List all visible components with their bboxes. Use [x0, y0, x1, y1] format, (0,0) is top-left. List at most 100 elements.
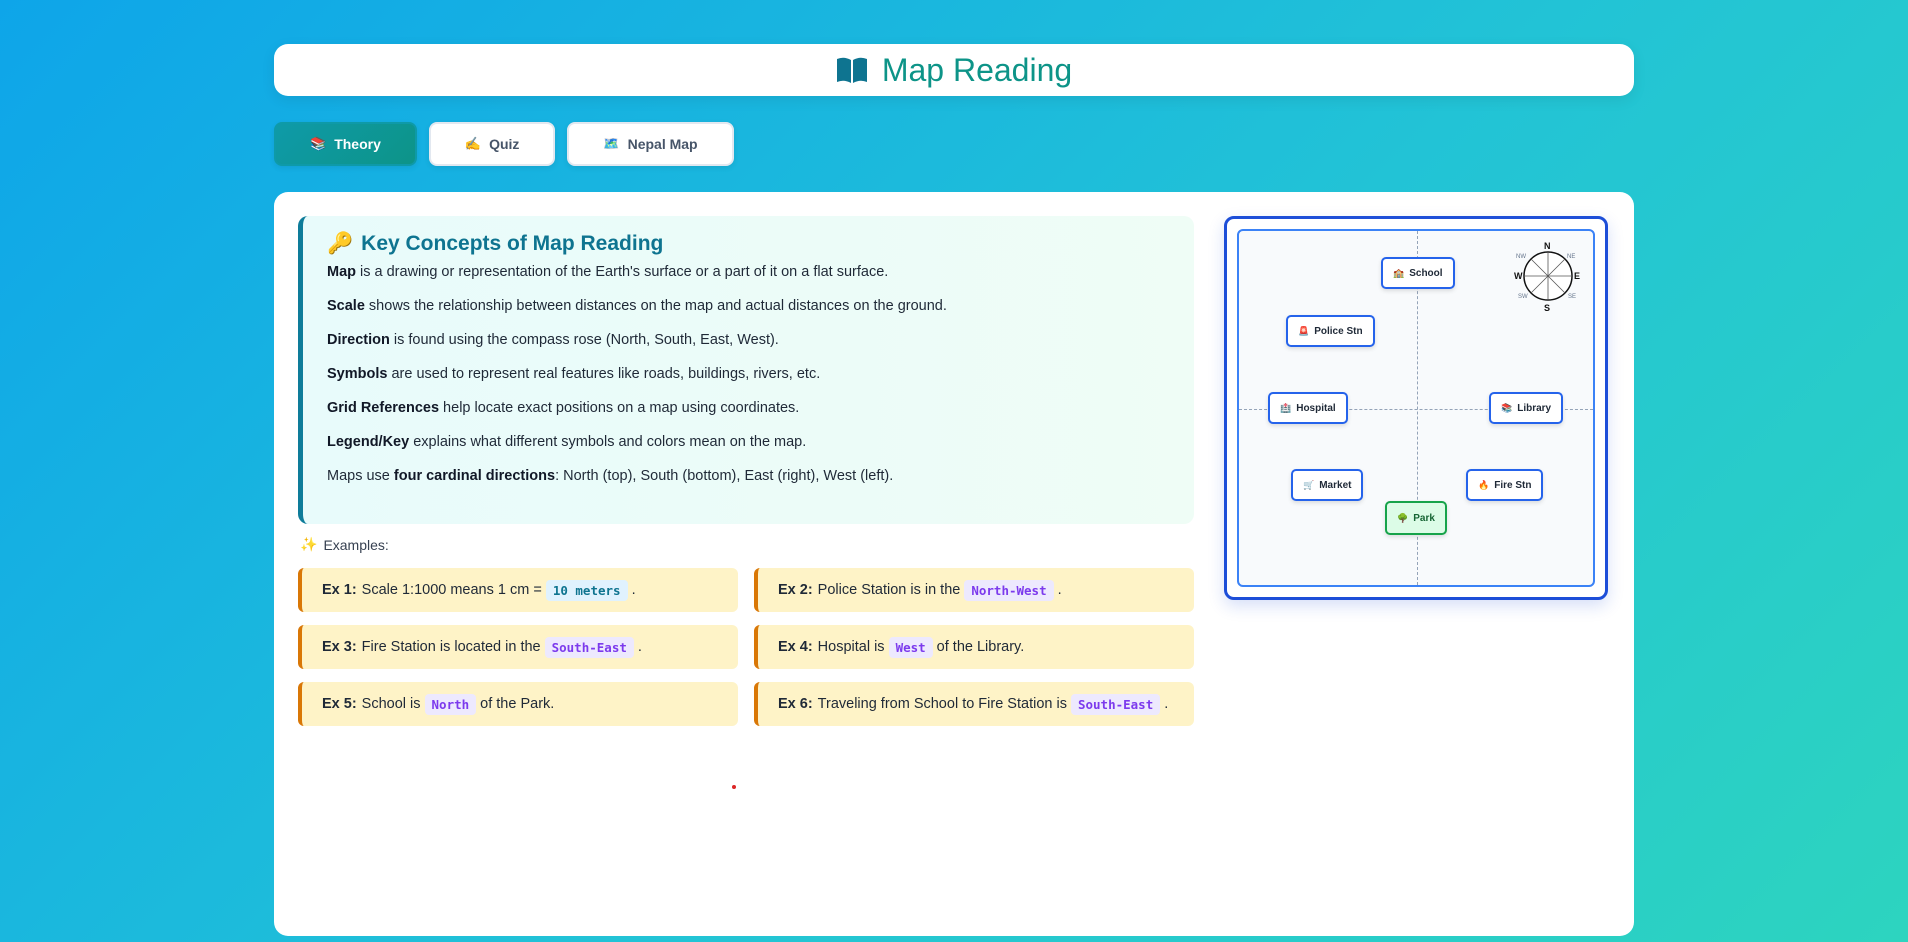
place-label: Market — [1319, 479, 1352, 491]
writing-hand-icon: ✍️ — [464, 136, 482, 151]
example-id: Ex 3: — [322, 639, 357, 655]
map-place-police: 🚨 Police Stn — [1286, 315, 1375, 347]
place-label: Police Stn — [1314, 325, 1363, 337]
tab-label: Quiz — [489, 136, 520, 152]
school-icon: 🏫 — [1393, 267, 1405, 278]
example-card: Ex 2: Police Station is in the North-Wes… — [754, 568, 1194, 612]
books-icon: 📚 — [310, 136, 327, 151]
concept-item: Grid References help locate exact positi… — [327, 398, 1170, 418]
concept-text: shows the relationship between distances… — [364, 298, 947, 314]
map-place-library: 📚 Library — [1489, 392, 1564, 424]
example-text: Scale 1:1000 means 1 cm = — [361, 582, 542, 598]
concept-term: Symbols — [327, 366, 388, 382]
tab-theory[interactable]: 📚 Theory — [274, 122, 417, 166]
example-card: Ex 4: Hospital is West of the Library. — [754, 625, 1194, 669]
police-icon: 🚨 — [1298, 325, 1310, 336]
fire-icon: 🔥 — [1478, 479, 1490, 490]
concept-text: is a drawing or representation of the Ea… — [356, 264, 889, 280]
concept-text: : North (top), South (bottom), East (rig… — [555, 468, 894, 484]
example-code: North-West — [964, 579, 1054, 601]
example-text: . — [1057, 582, 1062, 598]
concept-item: Map is a drawing or representation of th… — [327, 262, 1170, 282]
concept-text: help locate exact positions on a map usi… — [439, 400, 800, 416]
compass-se: SE — [1568, 294, 1577, 300]
concept-item: Scale shows the relationship between dis… — [327, 296, 1170, 316]
example-id: Ex 5: — [322, 696, 357, 712]
concepts-title: Key Concepts of Map Reading — [361, 232, 664, 255]
cart-icon: 🛒 — [1303, 479, 1315, 490]
examples-label-text: Examples: — [323, 536, 389, 553]
example-card: Ex 5: School is North of the Park. — [298, 682, 738, 726]
tab-label: Theory — [334, 136, 381, 152]
example-text: . — [631, 582, 636, 598]
compass-n: N — [1544, 241, 1551, 251]
hospital-icon: 🏥 — [1280, 402, 1292, 413]
sparkles-icon: ✨ — [300, 536, 318, 552]
app-header: Map Reading — [274, 44, 1634, 96]
concept-item: Maps use four cardinal directions: North… — [327, 466, 1170, 486]
example-text: . — [637, 639, 642, 655]
example-text: Police Station is in the — [817, 582, 961, 598]
map-place-market: 🛒 Market — [1291, 469, 1364, 501]
place-label: Fire Stn — [1494, 479, 1532, 491]
example-code: 10 meters — [545, 579, 628, 601]
compass-e: E — [1574, 271, 1581, 281]
compass-rose: N S E W NW NE SW SE — [1514, 241, 1581, 313]
concepts-heading: 🔑 Key Concepts of Map Reading — [327, 232, 1170, 256]
map-place-hospital: 🏥 Hospital — [1268, 392, 1348, 424]
example-code: South-East — [1070, 693, 1161, 715]
tab-bar: 📚 Theory ✍️ Quiz 🗺️ Nepal Map — [274, 122, 734, 166]
compass-nw: NW — [1516, 254, 1526, 260]
open-book-icon — [836, 57, 867, 83]
concept-term: Legend/Key — [327, 434, 410, 450]
example-id: Ex 4: — [778, 639, 813, 655]
concept-term: Map — [327, 264, 356, 280]
concept-item: Legend/Key explains what different symbo… — [327, 432, 1170, 452]
key-concepts-box: 🔑 Key Concepts of Map Reading Map is a d… — [298, 216, 1194, 524]
compass-icon — [1523, 251, 1573, 301]
library-icon: 📚 — [1501, 402, 1513, 413]
tab-nepal-map[interactable]: 🗺️ Nepal Map — [567, 122, 734, 166]
compass-sw: SW — [1518, 294, 1528, 300]
example-text: Hospital is — [817, 639, 885, 655]
concept-item: Direction is found using the compass ros… — [327, 330, 1170, 350]
example-text: of the Library. — [936, 639, 1025, 655]
example-id: Ex 1: — [322, 582, 357, 598]
tab-quiz[interactable]: ✍️ Quiz — [428, 122, 556, 166]
example-text: Fire Station is located in the — [361, 639, 541, 655]
place-label: Library — [1517, 402, 1552, 414]
tree-icon: 🌳 — [1397, 512, 1409, 523]
compass-s: S — [1544, 303, 1551, 313]
sample-map: 🏫 School 🚨 Police Stn 🏥 Hospital 📚 Libra… — [1224, 216, 1608, 600]
concept-term: Grid References — [327, 400, 440, 416]
tab-label: Nepal Map — [627, 136, 698, 152]
examples-grid: Ex 1: Scale 1:1000 means 1 cm = 10 meter… — [298, 568, 1194, 726]
example-id: Ex 2: — [778, 582, 813, 598]
concept-term: Scale — [327, 298, 365, 314]
concept-text: explains what different symbols and colo… — [409, 434, 807, 450]
map-place-park: 🌳 Park — [1385, 501, 1447, 535]
examples-label: ✨ Examples: — [300, 536, 389, 553]
cursor-marker — [732, 785, 736, 789]
example-text: School is — [361, 696, 421, 712]
example-card: Ex 3: Fire Station is located in the Sou… — [298, 625, 738, 669]
example-text: Traveling from School to Fire Station is — [817, 696, 1067, 712]
example-card: Ex 6: Traveling from School to Fire Stat… — [754, 682, 1194, 726]
example-text: . — [1164, 696, 1169, 712]
concept-term: Direction — [327, 332, 390, 348]
concept-text: is found using the compass rose (North, … — [389, 332, 779, 348]
content-panel: 🔑 Key Concepts of Map Reading Map is a d… — [274, 192, 1634, 936]
example-text: of the Park. — [480, 696, 555, 712]
example-card: Ex 1: Scale 1:1000 means 1 cm = 10 meter… — [298, 568, 738, 612]
map-icon: 🗺️ — [603, 136, 620, 151]
place-label: Park — [1413, 512, 1435, 524]
place-label: School — [1409, 267, 1443, 279]
map-place-school: 🏫 School — [1381, 257, 1455, 289]
example-code: South-East — [544, 636, 634, 658]
example-code: West — [888, 636, 933, 658]
place-label: Hospital — [1296, 402, 1336, 414]
concept-term: four cardinal directions — [393, 468, 556, 484]
concept-item: Symbols are used to represent real featu… — [327, 364, 1170, 384]
compass-ne: NE — [1567, 254, 1576, 260]
map-canvas: 🏫 School 🚨 Police Stn 🏥 Hospital 📚 Libra… — [1237, 229, 1595, 587]
